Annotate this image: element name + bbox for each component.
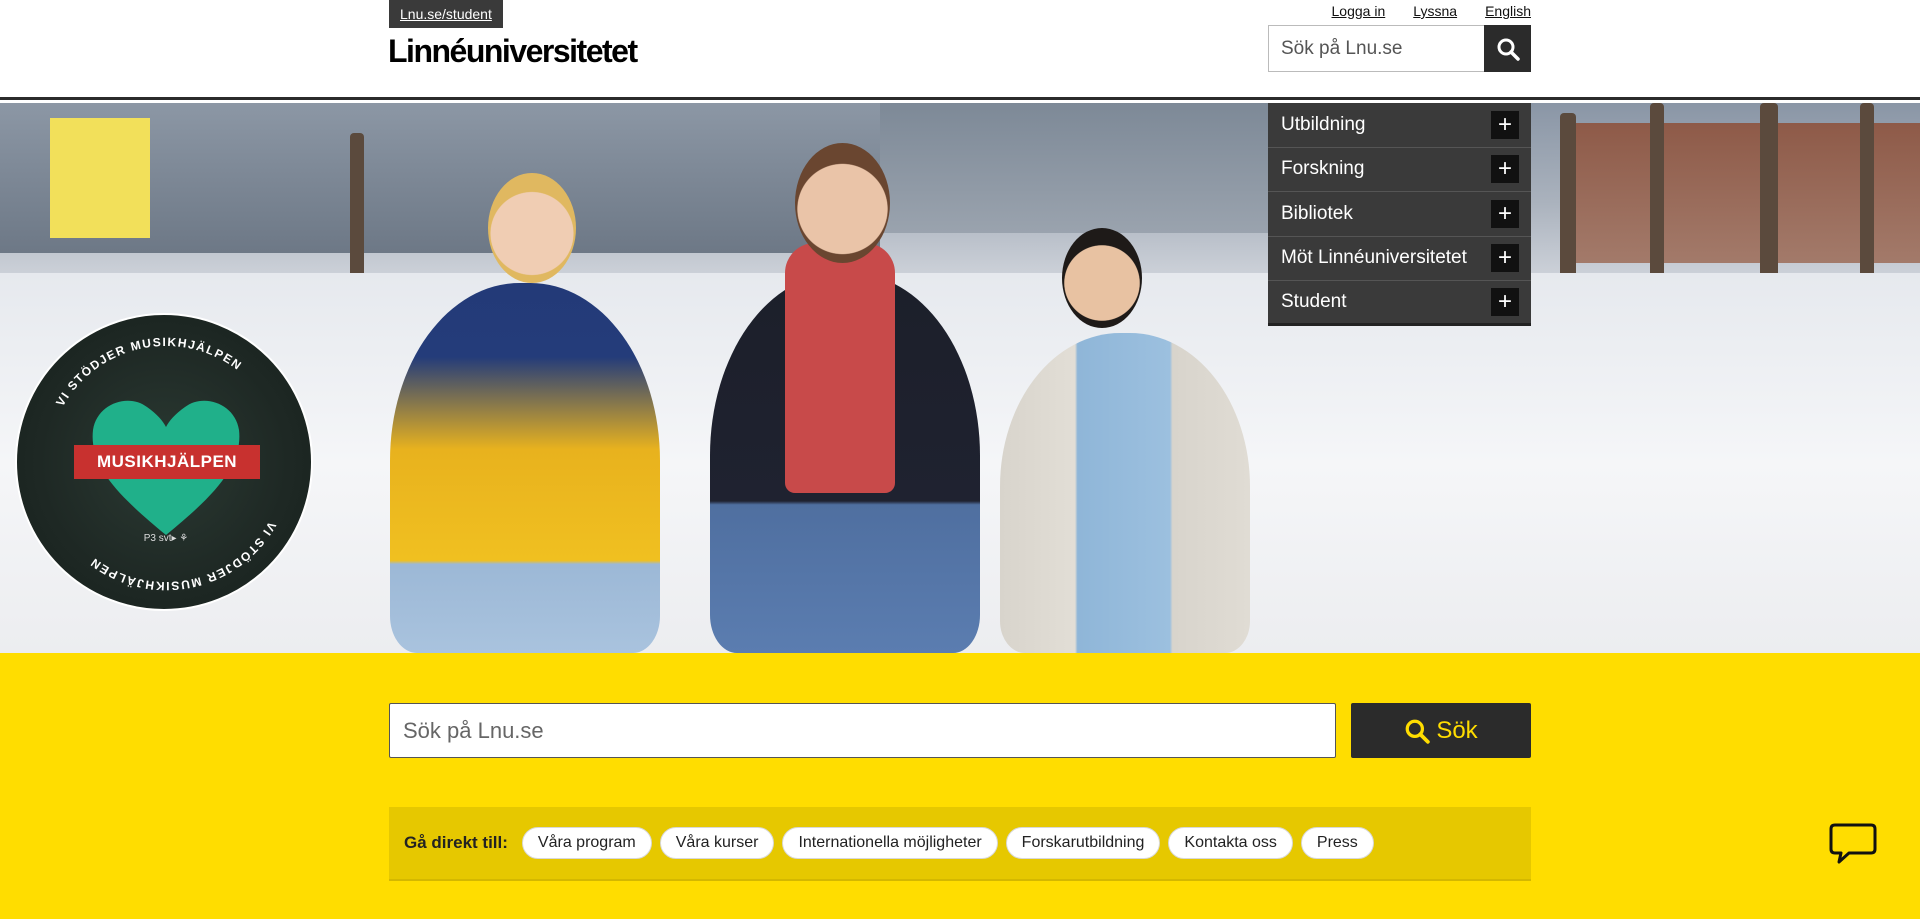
main-search-button[interactable]: Sök [1351,703,1531,758]
login-link[interactable]: Logga in [1332,3,1386,19]
site-header: Lnu.se/student Linnéuniversitetet Logga … [0,0,1920,100]
english-link[interactable]: English [1485,3,1531,19]
search-button-label: Sök [1436,716,1478,744]
search-section: Sök Gå direkt till: Våra program Våra ku… [0,653,1920,919]
site-logo[interactable]: Linnéuniversitetet [388,33,638,70]
plus-icon[interactable]: + [1491,287,1519,316]
quick-link-forskarutbildning[interactable]: Forskarutbildning [1005,827,1161,859]
quick-links-bar: Gå direkt till: Våra program Våra kurser… [389,807,1531,881]
listen-link[interactable]: Lyssna [1413,3,1457,19]
student-portal-link[interactable]: Lnu.se/student [389,0,503,28]
nav-item-label: Bibliotek [1281,202,1353,224]
plus-icon[interactable]: + [1491,110,1519,139]
header-search-input[interactable] [1268,25,1484,72]
nav-item-mot-lnu[interactable]: Möt Linnéuniversitetet + [1268,237,1531,281]
chat-bubble-icon[interactable] [1829,821,1877,865]
plus-icon[interactable]: + [1491,155,1519,184]
nav-item-label: Student [1281,290,1347,312]
search-icon [1405,719,1431,744]
quick-link-kontakt[interactable]: Kontakta oss [1168,827,1293,859]
person-head [1062,228,1142,328]
plus-icon[interactable]: + [1491,244,1519,273]
badge-sponsors: P3 svt▸ ⚘ [144,533,189,544]
hero-image: VI STÖDJER MUSIKHJÄLPEN VI STÖDJER MUSIK… [0,103,1920,653]
yellow-sign [50,118,150,238]
person-light-jacket [1000,333,1250,653]
main-search-input[interactable] [389,703,1336,758]
nav-item-label: Möt Linnéuniversitetet [1281,247,1467,269]
header-search [1268,25,1531,72]
badge-ring-label: VI STÖDJER MUSIKHJÄLPEN [53,335,243,409]
background-building [880,103,1300,233]
red-scarf [785,243,895,493]
search-icon [1497,38,1520,61]
header-search-button[interactable] [1484,25,1531,72]
musikhjalpen-badge[interactable]: VI STÖDJER MUSIKHJÄLPEN VI STÖDJER MUSIK… [15,313,313,611]
quick-link-program[interactable]: Våra program [521,827,652,859]
plus-icon[interactable]: + [1491,199,1519,228]
quick-link-internationella[interactable]: Internationella möjligheter [782,827,998,859]
quick-link-press[interactable]: Press [1300,827,1374,859]
nav-item-label: Forskning [1281,158,1365,180]
tree [350,133,364,293]
nav-item-utbildning[interactable]: Utbildning + [1268,103,1531,148]
person-head [795,143,890,263]
nav-item-label: Utbildning [1281,113,1366,135]
svg-text:VI STÖDJER MUSIKHJÄLPEN: VI STÖDJER MUSIKHJÄLPEN [53,335,245,409]
nav-item-bibliotek[interactable]: Bibliotek + [1268,192,1531,237]
person-yellow-jacket [390,283,660,653]
nav-item-student[interactable]: Student + [1268,281,1531,326]
svg-text:VI STÖDJER MUSIKHJÄLPEN: VI STÖDJER MUSIKHJÄLPEN [87,519,279,593]
top-links: Logga in Lyssna English [1332,3,1531,19]
quick-link-kurser[interactable]: Våra kurser [659,827,775,859]
main-nav-menu: Utbildning + Forskning + Bibliotek + Möt… [1268,103,1531,326]
badge-ring-label: VI STÖDJER MUSIKHJÄLPEN [87,519,277,593]
badge-label: MUSIKHJÄLPEN [74,445,260,479]
person-head [488,173,576,283]
quick-links-label: Gå direkt till: [404,833,508,852]
nav-item-forskning[interactable]: Forskning + [1268,148,1531,192]
